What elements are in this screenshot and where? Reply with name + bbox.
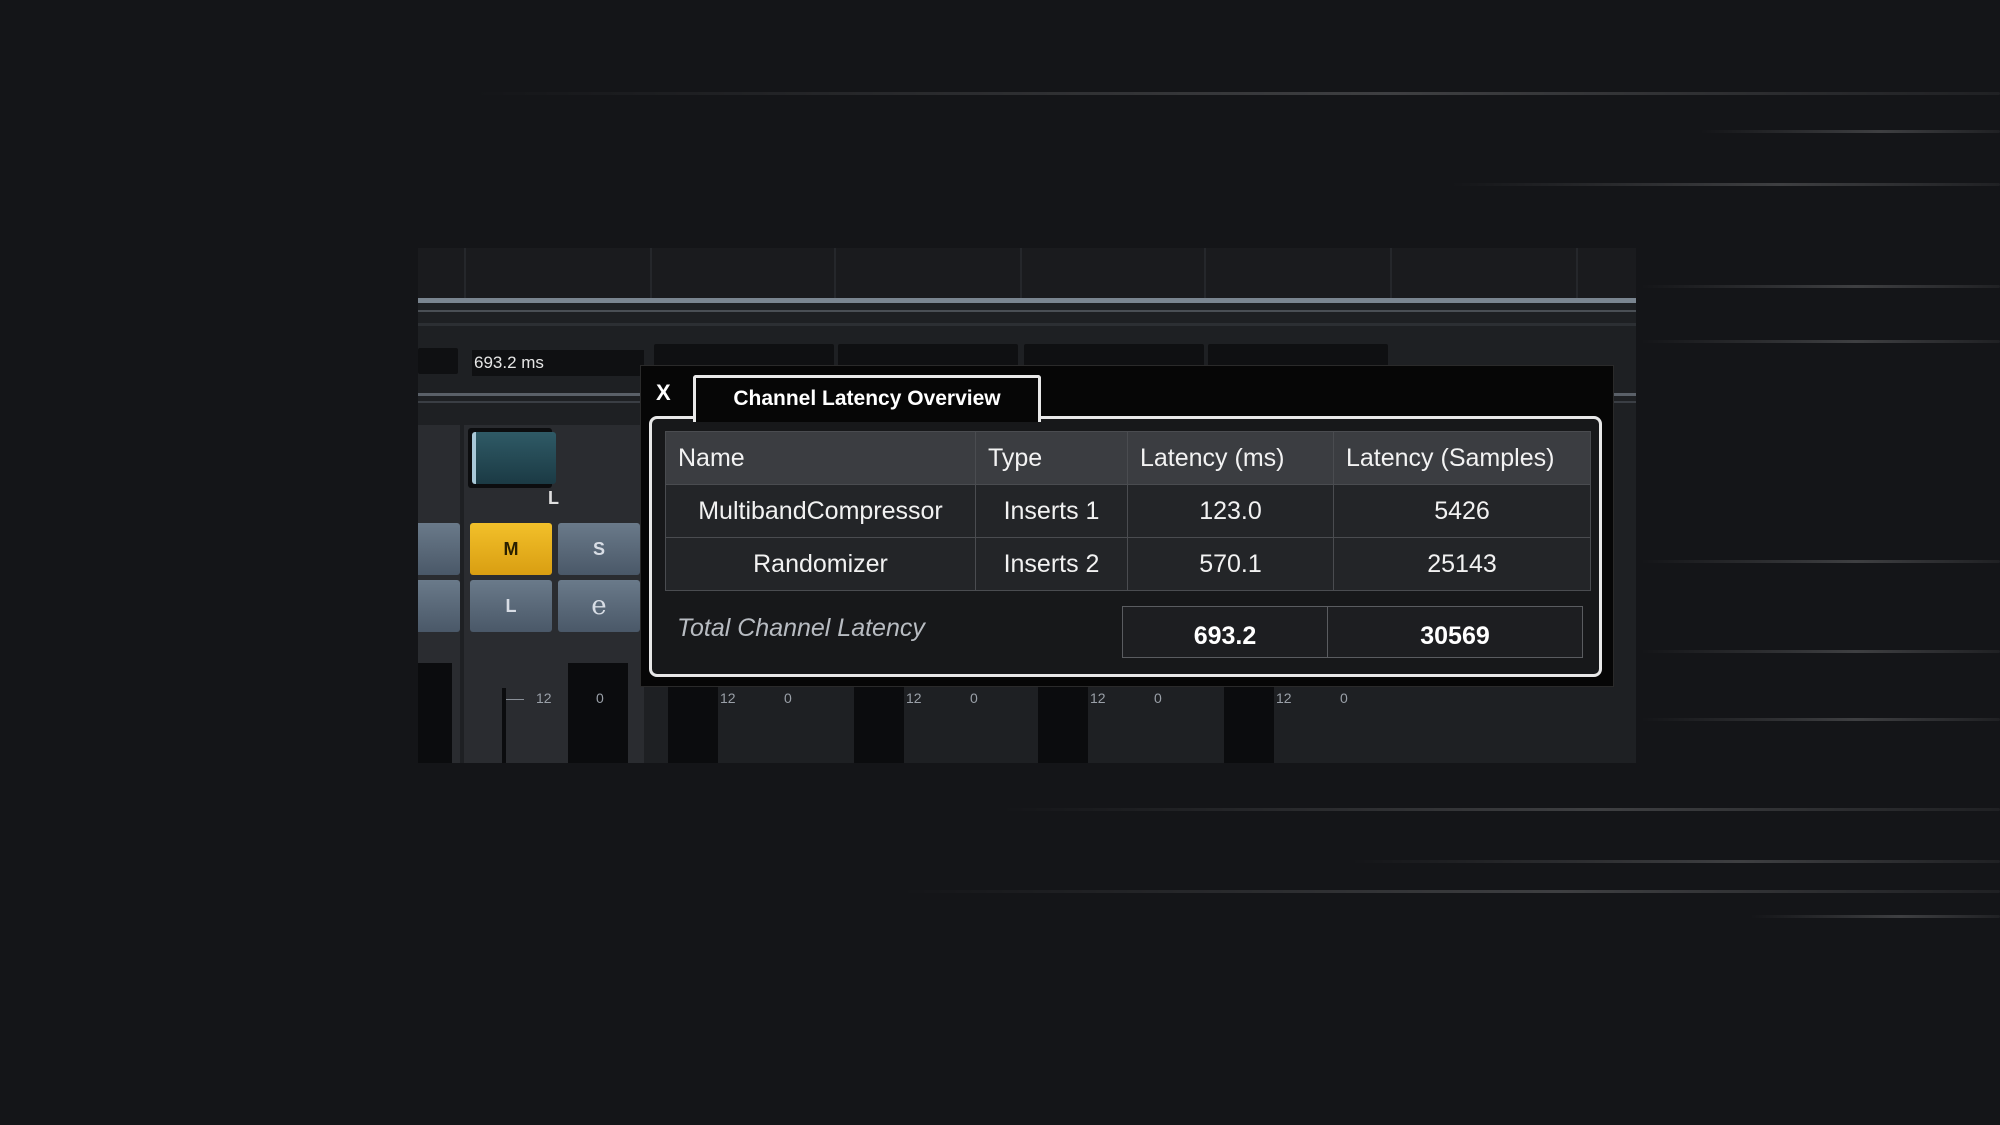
scale-label: 12 [1090, 690, 1106, 706]
level-meter [568, 663, 628, 763]
solo-button[interactable]: S [558, 523, 640, 575]
divider [418, 298, 1636, 303]
background-streak [1450, 183, 2000, 186]
scale-label: 0 [970, 690, 978, 706]
divider [650, 248, 652, 298]
partial-button[interactable] [418, 580, 460, 632]
table-row[interactable]: Randomizer Inserts 2 570.1 25143 [665, 537, 1591, 591]
background-streak [1640, 650, 2000, 653]
scale-label: 12 [906, 690, 922, 706]
scale-label: 12 [536, 690, 552, 706]
scale-label: 12 [1276, 690, 1292, 706]
column-header-name[interactable]: Name [665, 431, 976, 485]
cell-latency-samples: 5426 [1333, 484, 1591, 538]
close-button[interactable]: X [656, 380, 671, 406]
background-streak [1350, 860, 2000, 863]
pan-slider[interactable] [472, 432, 556, 484]
scale-label: 0 [1340, 690, 1348, 706]
cell-type: Inserts 2 [975, 537, 1128, 591]
divider [834, 248, 836, 298]
cell-latency-ms: 123.0 [1127, 484, 1334, 538]
cell-type: Inserts 1 [975, 484, 1128, 538]
edit-button[interactable]: e [558, 580, 640, 632]
partial-button[interactable] [418, 523, 460, 575]
scale-label: 12 [720, 690, 736, 706]
latency-field [418, 348, 458, 374]
channel-latency-dialog: X Channel Latency Overview Name Type Lat… [640, 365, 1614, 687]
background-streak [1750, 915, 2000, 918]
cell-latency-ms: 570.1 [1127, 537, 1334, 591]
divider [1204, 248, 1206, 298]
background-streak [1700, 130, 2000, 133]
table-header-row: Name Type Latency (ms) Latency (Samples) [665, 431, 1591, 485]
table-row[interactable]: MultibandCompressor Inserts 1 123.0 5426 [665, 484, 1591, 538]
column-header-latency-ms[interactable]: Latency (ms) [1127, 431, 1334, 485]
divider [464, 248, 466, 298]
cell-name: Randomizer [665, 537, 976, 591]
total-latency-ms: 693.2 [1122, 606, 1328, 658]
latency-table: Name Type Latency (ms) Latency (Samples)… [665, 431, 1591, 591]
mute-button[interactable]: M [470, 523, 552, 575]
cell-latency-samples: 25143 [1333, 537, 1591, 591]
latency-panel: Name Type Latency (ms) Latency (Samples)… [649, 416, 1602, 677]
total-latency-samples: 30569 [1327, 606, 1583, 658]
tab-title: Channel Latency Overview [733, 387, 1001, 410]
background-streak [1640, 285, 2000, 288]
column-header-latency-samples[interactable]: Latency (Samples) [1333, 431, 1591, 485]
column-header-type[interactable]: Type [975, 431, 1128, 485]
listen-button[interactable]: L [470, 580, 552, 632]
scale-label: 0 [784, 690, 792, 706]
background-streak [1640, 340, 2000, 343]
scale-label: 0 [596, 690, 604, 706]
mixer-top-strip [418, 248, 1636, 298]
background-streak [1640, 560, 2000, 563]
scale-tick [506, 699, 524, 700]
level-meter [418, 663, 452, 763]
divider [1576, 248, 1578, 298]
pan-label: L [548, 488, 559, 508]
divider [418, 310, 1636, 312]
divider [1020, 248, 1022, 298]
tab-channel-latency-overview[interactable]: Channel Latency Overview [693, 375, 1041, 422]
cell-name: MultibandCompressor [665, 484, 976, 538]
divider [1390, 248, 1392, 298]
scale-label: 0 [1154, 690, 1162, 706]
background-streak [470, 92, 2000, 95]
background-streak [900, 890, 2000, 893]
divider [418, 323, 1636, 326]
background-streak [1640, 718, 2000, 721]
total-latency-label: Total Channel Latency [677, 614, 925, 642]
background-streak [1000, 808, 2000, 811]
channel-latency-readout: 693.2 ms [472, 350, 644, 376]
